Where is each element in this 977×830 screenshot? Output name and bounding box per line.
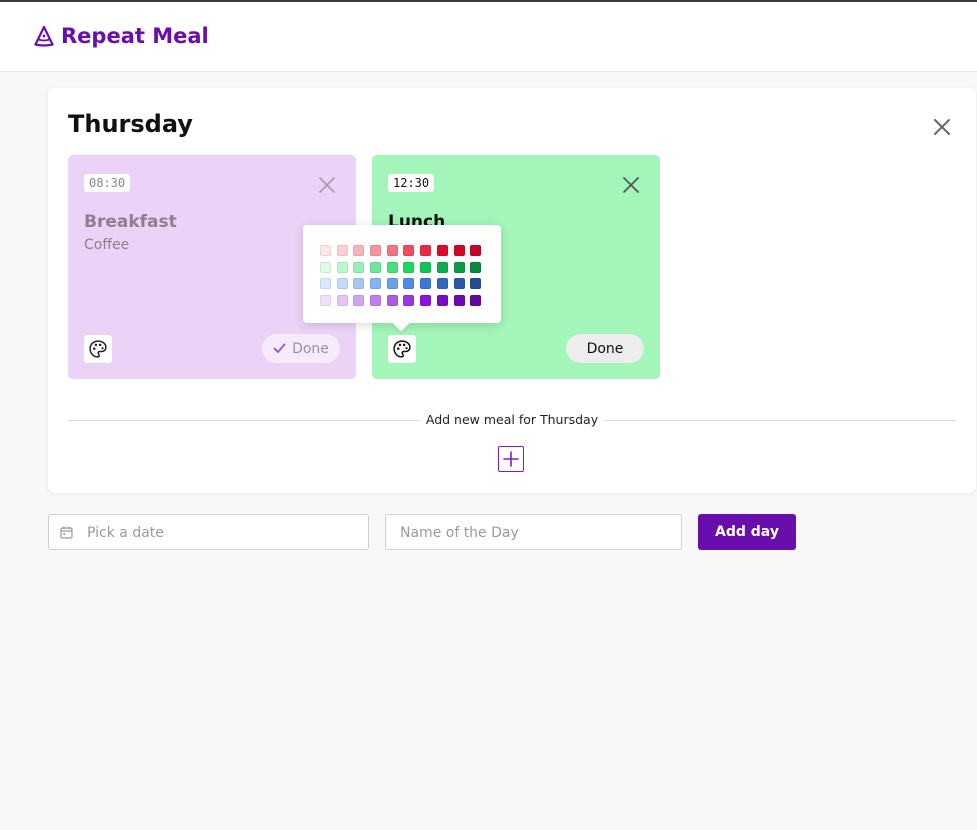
day-title: Thursday <box>68 110 193 138</box>
color-swatch[interactable] <box>320 261 331 273</box>
color-swatch[interactable] <box>353 295 365 307</box>
color-swatch[interactable] <box>403 278 415 290</box>
color-swatch[interactable] <box>403 261 415 273</box>
color-swatch[interactable] <box>470 261 482 273</box>
color-swatch[interactable] <box>420 295 432 307</box>
date-field[interactable] <box>85 515 359 551</box>
meal-title: Breakfast <box>84 212 177 232</box>
day-panel: Thursday 08:30 Breakfast Coffee Done 12:… <box>48 88 976 493</box>
color-swatch[interactable] <box>420 245 432 256</box>
color-swatch[interactable] <box>453 278 465 290</box>
color-swatch[interactable] <box>336 278 348 290</box>
date-picker-input[interactable] <box>48 514 369 551</box>
color-swatch[interactable] <box>453 261 465 273</box>
calendar-icon <box>60 526 73 539</box>
meal-time[interactable]: 08:30 <box>84 174 131 192</box>
day-name-field[interactable] <box>398 515 672 551</box>
swatch-row <box>320 295 487 307</box>
app-logo[interactable]: Repeat Meal <box>34 24 209 48</box>
color-swatch[interactable] <box>386 278 398 290</box>
close-icon[interactable] <box>932 117 952 137</box>
swatch-row <box>320 278 487 290</box>
done-button[interactable]: Done <box>566 334 644 363</box>
color-swatch[interactable] <box>420 261 432 273</box>
color-swatch[interactable] <box>353 261 365 273</box>
color-swatch[interactable] <box>453 245 465 256</box>
color-swatch[interactable] <box>370 261 382 273</box>
color-swatch[interactable] <box>320 245 331 256</box>
pizza-slice-icon <box>34 25 54 47</box>
plus-icon <box>503 451 519 467</box>
palette-icon <box>393 340 411 358</box>
color-swatch[interactable] <box>436 278 448 290</box>
swatch-row <box>320 261 487 273</box>
color-swatch[interactable] <box>420 278 432 290</box>
color-swatch[interactable] <box>353 245 365 256</box>
color-swatch[interactable] <box>386 295 398 307</box>
add-meal-button[interactable] <box>498 446 524 472</box>
meal-description: Coffee <box>84 237 130 253</box>
color-swatch[interactable] <box>436 261 448 273</box>
color-swatch[interactable] <box>386 261 398 273</box>
color-swatch[interactable] <box>470 295 482 307</box>
color-swatch[interactable] <box>370 278 382 290</box>
meal-time[interactable]: 12:30 <box>388 174 435 192</box>
checkmark-icon <box>273 343 286 353</box>
day-name-input[interactable] <box>385 514 682 551</box>
done-button[interactable]: Done <box>262 334 340 363</box>
add-day-button[interactable]: Add day <box>698 514 796 550</box>
close-icon[interactable] <box>622 176 640 194</box>
swatch-row <box>320 245 487 256</box>
color-swatch[interactable] <box>353 278 365 290</box>
color-swatch[interactable] <box>336 295 348 307</box>
color-swatch[interactable] <box>320 295 331 307</box>
app-title: Repeat Meal <box>61 24 209 48</box>
color-swatch[interactable] <box>436 295 448 307</box>
app-header: Repeat Meal <box>0 2 977 72</box>
done-label: Done <box>586 340 624 357</box>
color-swatch[interactable] <box>403 295 415 307</box>
color-swatch[interactable] <box>470 278 482 290</box>
color-swatch[interactable] <box>453 295 465 307</box>
color-swatch[interactable] <box>336 245 348 256</box>
color-swatch[interactable] <box>436 245 448 256</box>
add-meal-divider: Add new meal for Thursday <box>68 410 956 430</box>
color-swatch[interactable] <box>370 245 382 256</box>
done-label: Done <box>292 340 329 357</box>
color-swatch[interactable] <box>386 245 398 256</box>
color-swatch[interactable] <box>320 278 331 290</box>
close-icon[interactable] <box>318 176 336 194</box>
color-swatch[interactable] <box>336 261 348 273</box>
color-swatch[interactable] <box>403 245 415 256</box>
color-picker-popover <box>303 225 501 323</box>
color-swatch-grid <box>320 245 487 312</box>
color-palette-button[interactable] <box>388 335 416 363</box>
palette-icon <box>89 340 107 358</box>
color-swatch[interactable] <box>470 245 482 256</box>
color-swatch[interactable] <box>370 295 382 307</box>
divider-line <box>605 420 956 421</box>
color-palette-button[interactable] <box>84 335 112 363</box>
